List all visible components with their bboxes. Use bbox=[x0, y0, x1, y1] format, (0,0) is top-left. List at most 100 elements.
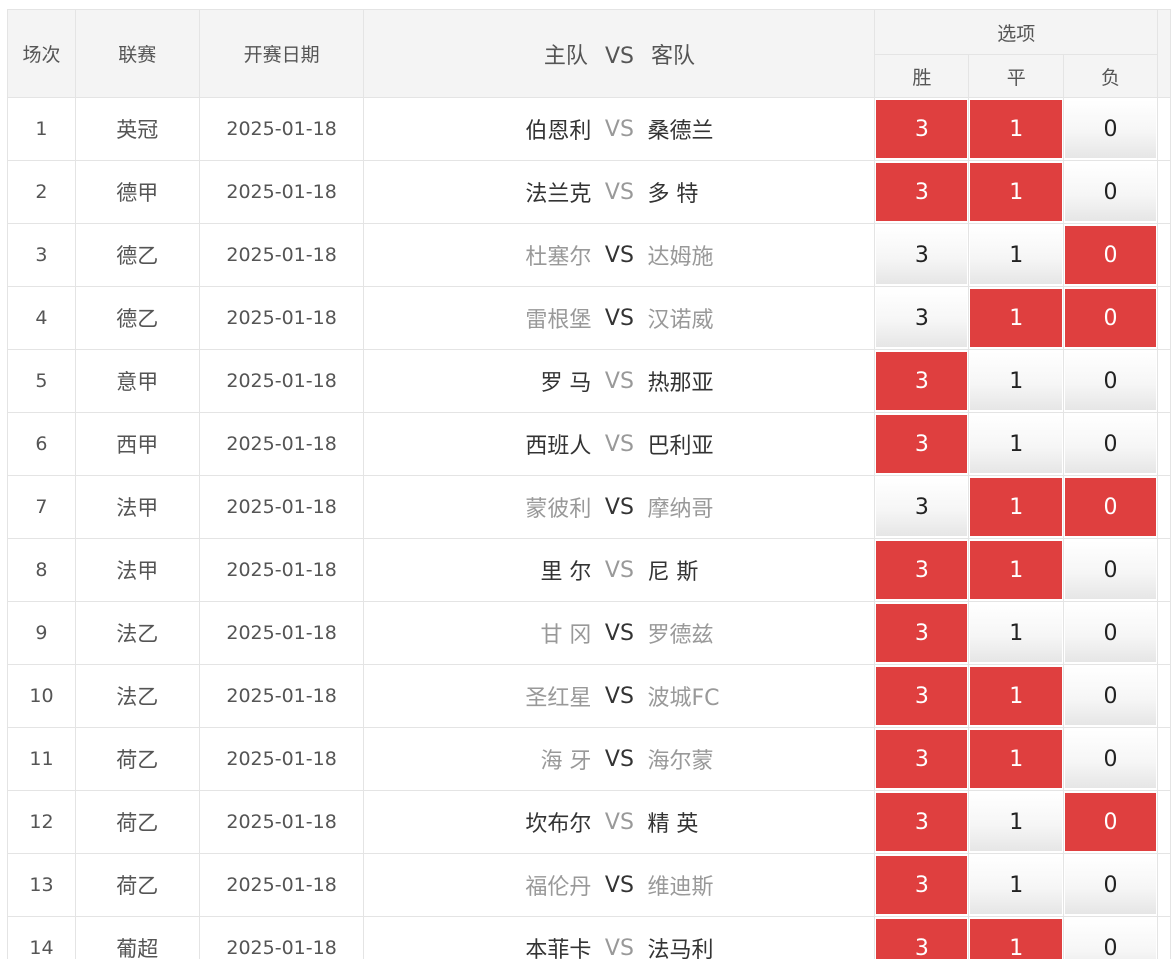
option-cell: 1 bbox=[968, 223, 1065, 287]
match-date: 2025-01-18 bbox=[198, 223, 365, 287]
option-win-button[interactable]: 3 bbox=[876, 541, 968, 599]
option-lose-button[interactable]: 0 bbox=[1065, 604, 1156, 662]
match-date: 2025-01-18 bbox=[198, 97, 365, 161]
home-team: 甘 冈 bbox=[540, 623, 592, 648]
option-win-button[interactable]: 3 bbox=[876, 226, 968, 284]
vs-label: VS bbox=[604, 620, 634, 646]
option-win-button[interactable]: 3 bbox=[876, 667, 968, 725]
option-win-button[interactable]: 3 bbox=[876, 289, 968, 347]
teams-wrap: 福伦丹 VS 维迪斯 bbox=[364, 869, 874, 901]
option-draw-button[interactable]: 1 bbox=[970, 415, 1063, 473]
option-draw-button[interactable]: 1 bbox=[970, 730, 1063, 788]
table-row: 2 德甲 2025-01-18 法兰克 VS 多 特 310 bbox=[7, 160, 1171, 224]
option-cell: 0 bbox=[1063, 412, 1158, 476]
option-win-button[interactable]: 3 bbox=[876, 856, 968, 914]
home-team: 雷根堡 bbox=[525, 308, 592, 333]
option-cell: 1 bbox=[968, 286, 1065, 350]
match-teams: 雷根堡 VS 汉诺威 bbox=[363, 286, 876, 350]
option-win-button[interactable]: 3 bbox=[876, 163, 968, 221]
league-name: 法甲 bbox=[74, 475, 200, 539]
away-team: 达姆施 bbox=[647, 245, 714, 270]
row-spacer bbox=[1156, 223, 1171, 287]
option-cell: 0 bbox=[1063, 727, 1158, 791]
header-league: 联赛 bbox=[74, 9, 200, 98]
option-draw-button[interactable]: 1 bbox=[970, 163, 1063, 221]
away-team: 海尔蒙 bbox=[647, 749, 714, 774]
option-draw-button[interactable]: 1 bbox=[970, 856, 1063, 914]
option-cell: 3 bbox=[874, 853, 970, 917]
option-lose-button[interactable]: 0 bbox=[1065, 667, 1156, 725]
option-win-button[interactable]: 3 bbox=[876, 793, 968, 851]
option-draw-button[interactable]: 1 bbox=[970, 919, 1063, 959]
teams-wrap: 罗 马 VS 热那亚 bbox=[364, 365, 874, 397]
league-name: 葡超 bbox=[74, 916, 200, 959]
option-draw-button[interactable]: 1 bbox=[970, 226, 1063, 284]
option-lose-button[interactable]: 0 bbox=[1065, 100, 1156, 158]
table-body: 1 英冠 2025-01-18 伯恩利 VS 桑德兰 3 1 0 2 德甲 2025-01-18 法兰克… bbox=[7, 97, 1171, 959]
table-row: 14 葡超 2025-01-18 本菲卡 VS 法马利 3 1 0 bbox=[7, 916, 1171, 959]
option-cell: 3 bbox=[874, 475, 970, 539]
home-team: 法兰克 bbox=[525, 182, 592, 207]
table-row: 11 荷乙 2025-01-18 海 牙 VS 海尔蒙 3 1 0 bbox=[7, 727, 1171, 791]
league-name: 德乙 bbox=[74, 286, 200, 350]
header-spacer bbox=[1156, 9, 1171, 98]
option-lose-button[interactable]: 0 bbox=[1065, 352, 1156, 410]
vs-label: VS bbox=[604, 872, 634, 898]
match-index: 6 bbox=[7, 412, 76, 476]
option-lose-button[interactable]: 0 bbox=[1065, 856, 1156, 914]
option-win-button[interactable]: 3 bbox=[876, 100, 968, 158]
option-win-button[interactable]: 3 bbox=[876, 478, 968, 536]
header-options: 选项 bbox=[874, 9, 1158, 55]
option-lose-button[interactable]: 0 bbox=[1065, 163, 1156, 221]
option-draw-button[interactable]: 1 bbox=[970, 100, 1063, 158]
option-lose-button[interactable]: 0 bbox=[1065, 289, 1156, 347]
option-lose-button[interactable]: 0 bbox=[1065, 541, 1156, 599]
option-draw-button[interactable]: 1 bbox=[970, 604, 1063, 662]
option-draw-button[interactable]: 1 bbox=[970, 352, 1063, 410]
option-win-button[interactable]: 3 bbox=[876, 415, 968, 473]
option-draw-button[interactable]: 1 bbox=[970, 478, 1063, 536]
match-date: 2025-01-18 bbox=[198, 727, 365, 791]
option-cell: 1 bbox=[968, 790, 1065, 854]
row-spacer bbox=[1156, 853, 1171, 917]
option-lose-button[interactable]: 0 bbox=[1065, 478, 1156, 536]
home-team: 圣红星 bbox=[525, 686, 592, 711]
home-team: 蒙彼利 bbox=[525, 497, 592, 522]
match-teams: 坎布尔 VS 精 英 bbox=[363, 790, 876, 854]
option-draw-button[interactable]: 1 bbox=[970, 793, 1063, 851]
option-lose-button[interactable]: 0 bbox=[1065, 730, 1156, 788]
option-cell: 3 bbox=[874, 349, 970, 413]
header-teams: 主队 VS 客队 bbox=[363, 9, 876, 98]
option-draw-button[interactable]: 1 bbox=[970, 541, 1063, 599]
table-row: 10 法乙 2025-01-18 圣红星 VS 波城FC 3 1 0 bbox=[7, 664, 1171, 728]
option-win-button[interactable]: 3 bbox=[876, 604, 968, 662]
teams-wrap: 伯恩利 VS 桑德兰 bbox=[364, 113, 874, 145]
option-win-button[interactable]: 3 bbox=[876, 730, 968, 788]
row-spacer bbox=[1156, 160, 1171, 224]
option-cell: 3 bbox=[874, 727, 970, 791]
match-date: 2025-01-18 bbox=[198, 538, 365, 602]
option-cell: 3 bbox=[874, 664, 970, 728]
row-spacer bbox=[1156, 664, 1171, 728]
option-draw-button[interactable]: 1 bbox=[970, 289, 1063, 347]
match-teams: 福伦丹 VS 维迪斯 bbox=[363, 853, 876, 917]
option-win-button[interactable]: 3 bbox=[876, 919, 968, 959]
option-cell: 3 bbox=[874, 160, 970, 224]
option-draw-button[interactable]: 1 bbox=[970, 667, 1063, 725]
table-row: 4 德乙 2025-01-18 雷根堡 VS 汉诺威 3 1 0 bbox=[7, 286, 1171, 350]
option-cell: 0 bbox=[1063, 538, 1158, 602]
away-team: 多 特 bbox=[647, 182, 699, 207]
row-spacer bbox=[1156, 412, 1171, 476]
away-team: 波城FC bbox=[647, 686, 720, 711]
league-name: 德甲 bbox=[74, 160, 200, 224]
table-header: 场次 联赛 开赛日期 主队 VS 客队 选项 胜 平 负 bbox=[7, 9, 1171, 98]
option-lose-button[interactable]: 0 bbox=[1065, 919, 1156, 959]
option-win-button[interactable]: 3 bbox=[876, 352, 968, 410]
match-date: 2025-01-18 bbox=[198, 412, 365, 476]
option-lose-button[interactable]: 0 bbox=[1065, 793, 1156, 851]
option-lose-button[interactable]: 0 bbox=[1065, 415, 1156, 473]
option-lose-button[interactable]: 0 bbox=[1065, 226, 1156, 284]
option-cell: 1 bbox=[968, 475, 1065, 539]
match-index: 7 bbox=[7, 475, 76, 539]
header-index: 场次 bbox=[7, 9, 76, 98]
